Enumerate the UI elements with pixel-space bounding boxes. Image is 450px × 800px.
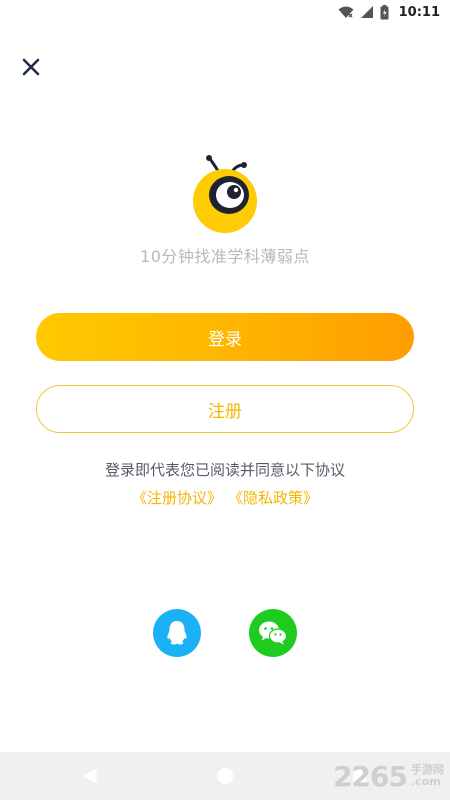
login-button[interactable]: 登录: [36, 313, 414, 361]
watermark-text: 手游网 .com: [411, 764, 444, 787]
watermark-number: 2265: [333, 759, 408, 793]
battery-icon: [380, 4, 389, 19]
back-button[interactable]: [80, 766, 100, 786]
wechat-login-button[interactable]: [249, 609, 297, 657]
privacy-policy-link[interactable]: 《隐私政策》: [228, 487, 318, 508]
bee-logo-icon: [193, 155, 257, 233]
register-agreement-link[interactable]: 《注册协议》: [132, 487, 222, 508]
qq-login-button[interactable]: [153, 609, 201, 657]
close-button[interactable]: [18, 54, 44, 80]
register-button[interactable]: 注册: [36, 385, 414, 433]
watermark-domain: .com: [411, 775, 441, 788]
home-circle-icon: [217, 768, 233, 784]
slogan: 10分钟找准学科薄弱点: [140, 247, 310, 266]
back-triangle-icon: [82, 768, 97, 784]
wechat-icon: [259, 621, 288, 645]
wifi-icon: [338, 6, 354, 18]
home-button[interactable]: [215, 766, 235, 786]
watermark: 2265 手游网 .com: [333, 752, 444, 800]
social-login: [0, 609, 450, 657]
status-time: 10:11: [398, 4, 440, 20]
agreement-text: 登录即代表您已阅读并同意以下协议: [104, 461, 345, 479]
qq-icon: [167, 621, 187, 645]
status-icons: 10:11: [338, 2, 440, 22]
agreement-links: 《注册协议》 《隐私政策》: [0, 487, 450, 508]
close-icon: [22, 58, 40, 76]
signal-icon: [360, 6, 373, 18]
status-bar: 10:11: [0, 0, 450, 24]
